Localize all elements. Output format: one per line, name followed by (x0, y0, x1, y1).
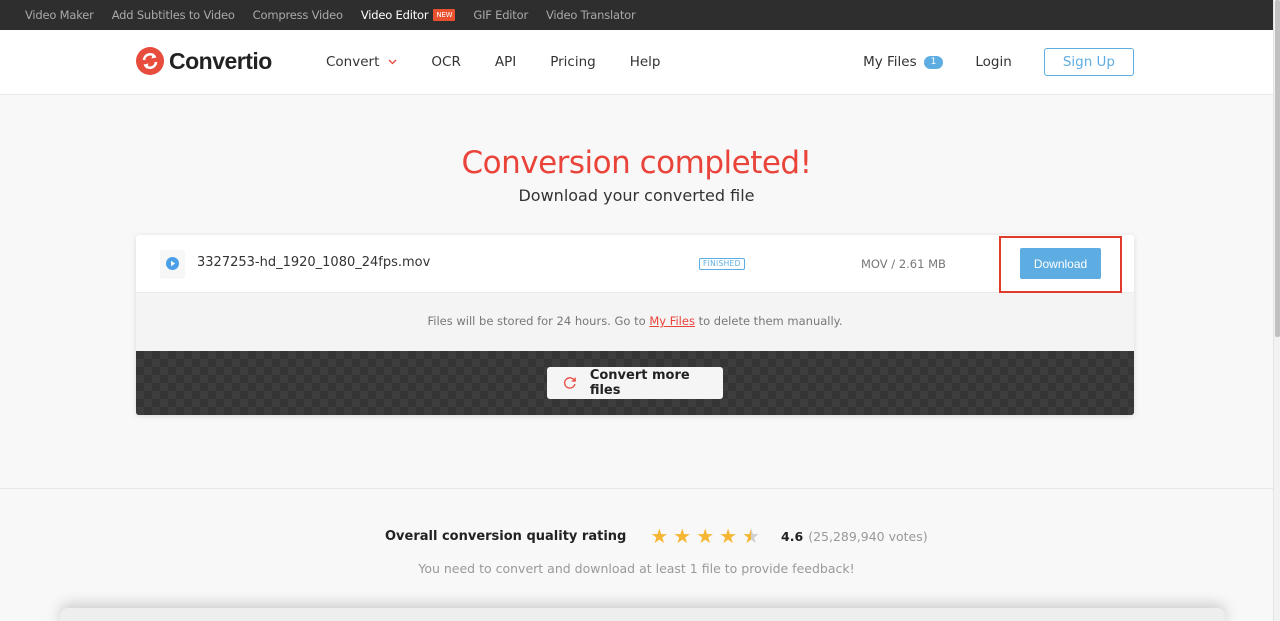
nav-convert[interactable]: Convert (326, 54, 397, 70)
rating-section: Overall conversion quality rating ★ ★ ★ … (385, 526, 928, 546)
topbar-link-compress-video[interactable]: Compress Video (253, 8, 343, 22)
my-files-link[interactable]: My Files 1 (863, 54, 944, 70)
topbar-link-video-editor[interactable]: Video Editor NEW (361, 8, 456, 22)
play-icon (166, 257, 179, 270)
my-files-inline-link[interactable]: My Files (649, 314, 695, 328)
star-icon: ★ (650, 524, 669, 548)
nav-pricing[interactable]: Pricing (550, 54, 596, 70)
nav-ocr[interactable]: OCR (431, 54, 460, 70)
star-icon: ★ (673, 524, 692, 548)
topbar-link-video-maker[interactable]: Video Maker (25, 8, 94, 22)
chevron-down-icon (388, 59, 397, 65)
login-link[interactable]: Login (975, 54, 1011, 70)
main-nav: Convert OCR API Pricing Help (326, 30, 694, 94)
preview-button[interactable] (160, 250, 185, 277)
nav-help[interactable]: Help (630, 54, 661, 70)
topbar-link-video-translator[interactable]: Video Translator (546, 8, 636, 22)
convertio-logo-icon (136, 47, 164, 75)
feedback-note: You need to convert and download at leas… (418, 561, 855, 576)
my-files-label: My Files (863, 54, 917, 70)
file-name: 3327253-hd_1920_1080_24fps.mov (197, 255, 431, 270)
convert-more-files-label: Convert more files (589, 368, 690, 398)
nav-api[interactable]: API (495, 54, 516, 70)
logo-text: Convertio (169, 47, 272, 74)
section-divider (0, 488, 1273, 489)
page-scrollbar[interactable] (1273, 0, 1280, 621)
main-header: Convertio Convert OCR API Pricing Help M… (0, 30, 1273, 95)
page-subtitle: Download your converted file (518, 186, 755, 205)
file-format-size: MOV / 2.61 MB (861, 257, 946, 271)
convert-more-bar: Convert more files (136, 351, 1134, 415)
rating-label: Overall conversion quality rating (385, 528, 627, 544)
download-button[interactable]: Download (1020, 248, 1101, 279)
storage-note-suffix: to delete them manually. (694, 314, 843, 328)
star-icon: ★ (696, 524, 715, 548)
refresh-icon (564, 377, 576, 389)
storage-note: Files will be stored for 24 hours. Go to… (136, 293, 1134, 351)
status-badge: FINISHED (699, 258, 745, 270)
storage-note-prefix: Files will be stored for 24 hours. Go to (427, 314, 650, 328)
nav-convert-label: Convert (326, 54, 380, 70)
convert-more-files-button[interactable]: Convert more files (547, 367, 723, 399)
top-utility-bar: Video Maker Add Subtitles to Video Compr… (0, 0, 1273, 30)
next-section-edge (60, 608, 1225, 621)
star-rating: ★ ★ ★ ★ ★ (650, 526, 765, 546)
half-star-icon: ★ (742, 524, 761, 548)
new-badge: NEW (433, 9, 456, 21)
page-title: Conversion completed! (461, 145, 812, 181)
account-nav: My Files 1 Login Sign Up (863, 30, 1134, 94)
rating-score: 4.6 (781, 528, 804, 544)
topbar-link-add-subtitles[interactable]: Add Subtitles to Video (112, 8, 235, 22)
file-row: 3327253-hd_1920_1080_24fps.mov FINISHED … (136, 235, 1134, 293)
rating-votes: (25,289,940 votes) (808, 528, 928, 544)
conversion-result-card: 3327253-hd_1920_1080_24fps.mov FINISHED … (136, 235, 1134, 415)
scrollbar-thumb[interactable] (1275, 0, 1280, 337)
topbar-link-gif-editor[interactable]: GIF Editor (473, 8, 528, 22)
star-icon: ★ (719, 524, 738, 548)
sign-up-button[interactable]: Sign Up (1043, 48, 1134, 76)
topbar-link-label: Video Editor (360, 8, 429, 22)
my-files-count-badge: 1 (923, 55, 944, 69)
logo[interactable]: Convertio (136, 47, 272, 75)
